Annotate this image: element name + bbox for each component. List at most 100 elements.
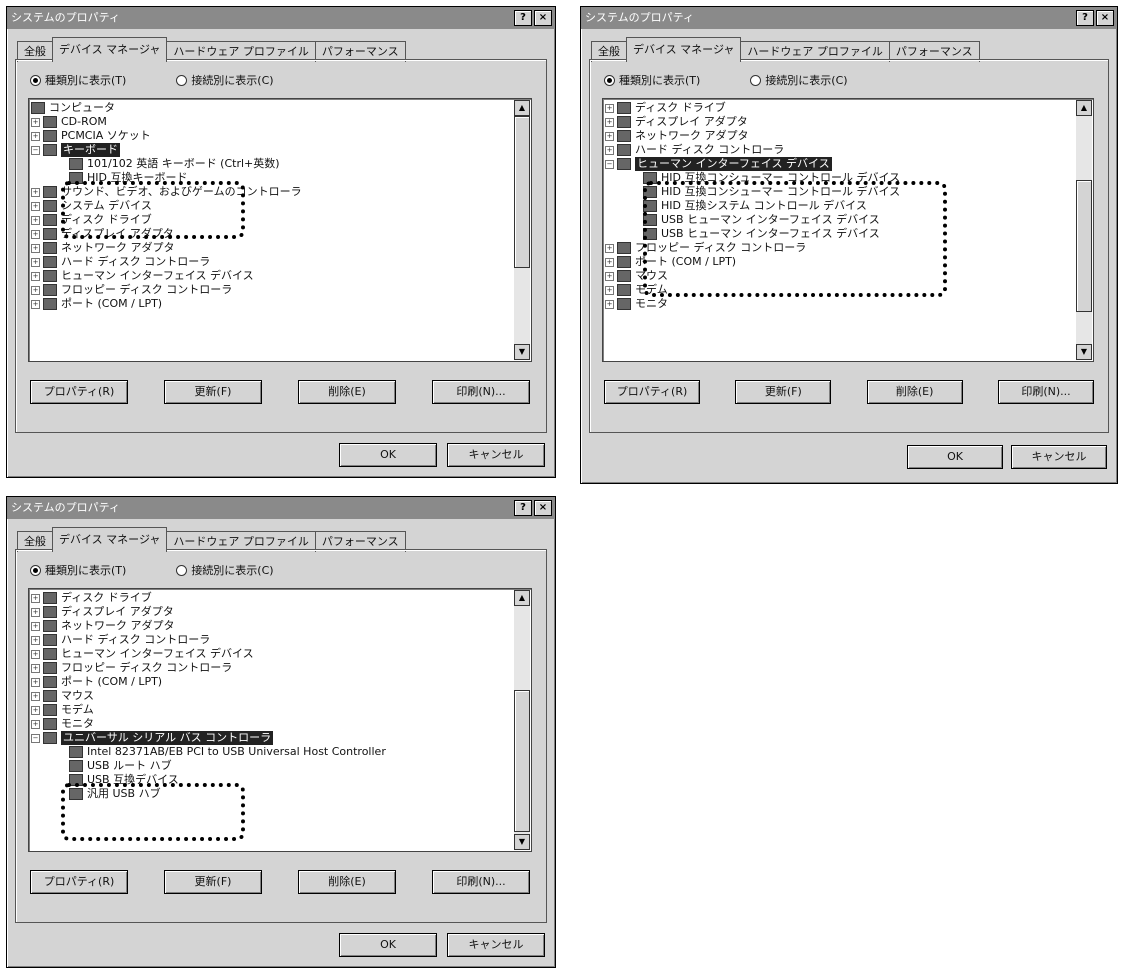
- close-button[interactable]: ×: [534, 10, 552, 26]
- tree-item[interactable]: + ヒューマン インターフェイス デバイス: [31, 647, 513, 661]
- ok-button[interactable]: OK: [339, 933, 437, 957]
- refresh-button[interactable]: 更新(F): [164, 870, 262, 894]
- scroll-up-arrow-icon[interactable]: ▲: [514, 100, 530, 116]
- expand-icon[interactable]: +: [31, 131, 40, 141]
- print-button[interactable]: 印刷(N)...: [432, 870, 530, 894]
- properties-button[interactable]: プロパティ(R): [30, 870, 128, 894]
- tree-item[interactable]: 101/102 英語 キーボード (Ctrl+英数): [31, 157, 513, 171]
- vertical-scrollbar[interactable]: ▲ ▼: [514, 590, 530, 850]
- expand-icon[interactable]: +: [31, 271, 40, 281]
- title-bar[interactable]: システムのプロパティ ? ×: [7, 497, 555, 519]
- expand-icon[interactable]: +: [31, 187, 40, 197]
- scroll-thumb[interactable]: [514, 116, 530, 268]
- tab-device-manager[interactable]: デバイス マネージャ: [52, 527, 168, 552]
- scroll-down-arrow-icon[interactable]: ▼: [514, 344, 530, 360]
- tree-item[interactable]: + モデム: [31, 703, 513, 717]
- expand-icon[interactable]: +: [605, 131, 614, 141]
- cancel-button[interactable]: キャンセル: [1011, 445, 1107, 469]
- title-bar[interactable]: システムのプロパティ ? ×: [7, 7, 555, 29]
- expand-icon[interactable]: +: [605, 257, 614, 267]
- tree-item[interactable]: − ヒューマン インターフェイス デバイス: [605, 157, 1075, 171]
- tree-item[interactable]: + モニタ: [31, 717, 513, 731]
- properties-button[interactable]: プロパティ(R): [30, 380, 128, 404]
- help-button[interactable]: ?: [1076, 10, 1094, 26]
- radio-view-by-connection[interactable]: 接続別に表示(C): [176, 562, 274, 578]
- radio-view-by-type[interactable]: 種類別に表示(T): [604, 72, 700, 88]
- expand-icon[interactable]: +: [31, 593, 40, 603]
- expand-icon[interactable]: +: [31, 257, 40, 267]
- radio-view-by-connection[interactable]: 接続別に表示(C): [750, 72, 848, 88]
- refresh-button[interactable]: 更新(F): [735, 380, 832, 404]
- help-button[interactable]: ?: [514, 10, 532, 26]
- tree-item[interactable]: + マウス: [31, 689, 513, 703]
- radio-view-by-type[interactable]: 種類別に表示(T): [30, 562, 126, 578]
- expand-icon[interactable]: +: [31, 607, 40, 617]
- expand-icon[interactable]: +: [31, 117, 40, 127]
- tree-item[interactable]: − キーボード: [31, 143, 513, 157]
- ok-button[interactable]: OK: [907, 445, 1003, 469]
- print-button[interactable]: 印刷(N)...: [432, 380, 530, 404]
- expand-icon[interactable]: +: [31, 705, 40, 715]
- tree-item[interactable]: − ユニバーサル シリアル バス コントローラ: [31, 731, 513, 745]
- print-button[interactable]: 印刷(N)...: [997, 380, 1094, 404]
- expand-icon[interactable]: +: [31, 691, 40, 701]
- tree-item[interactable]: + ネットワーク アダプタ: [605, 129, 1075, 143]
- expand-icon[interactable]: +: [605, 103, 614, 113]
- expand-icon[interactable]: +: [605, 299, 614, 309]
- remove-button[interactable]: 削除(E): [298, 380, 396, 404]
- help-button[interactable]: ?: [514, 500, 532, 516]
- tree-item[interactable]: + ディスプレイ アダプタ: [605, 115, 1075, 129]
- vertical-scrollbar[interactable]: ▲ ▼: [514, 100, 530, 360]
- cancel-button[interactable]: キャンセル: [447, 933, 545, 957]
- expand-icon[interactable]: +: [605, 117, 614, 127]
- cancel-button[interactable]: キャンセル: [447, 443, 545, 467]
- close-button[interactable]: ×: [534, 500, 552, 516]
- expand-icon[interactable]: +: [31, 649, 40, 659]
- tree-item[interactable]: + ディスプレイ アダプタ: [31, 605, 513, 619]
- tree-item[interactable]: Intel 82371AB/EB PCI to USB Universal Ho…: [31, 745, 513, 759]
- expand-icon[interactable]: +: [31, 663, 40, 673]
- expand-icon[interactable]: +: [31, 299, 40, 309]
- expand-icon[interactable]: +: [31, 635, 40, 645]
- expand-icon[interactable]: +: [31, 229, 40, 239]
- collapse-icon[interactable]: −: [31, 733, 40, 743]
- properties-button[interactable]: プロパティ(R): [604, 380, 700, 404]
- vertical-scrollbar[interactable]: ▲ ▼: [1076, 100, 1092, 360]
- scroll-up-arrow-icon[interactable]: ▲: [1076, 100, 1092, 116]
- tree-item[interactable]: + ハード ディスク コントローラ: [31, 633, 513, 647]
- expand-icon[interactable]: +: [605, 271, 614, 281]
- tree-item[interactable]: + PCMCIA ソケット: [31, 129, 513, 143]
- remove-button[interactable]: 削除(E): [298, 870, 396, 894]
- expand-icon[interactable]: +: [605, 243, 614, 253]
- expand-icon[interactable]: +: [31, 285, 40, 295]
- tab-device-manager[interactable]: デバイス マネージャ: [52, 37, 168, 62]
- tree-item[interactable]: + ポート (COM / LPT): [31, 297, 513, 311]
- expand-icon[interactable]: +: [31, 677, 40, 687]
- title-bar[interactable]: システムのプロパティ ? ×: [581, 7, 1117, 29]
- tree-item[interactable]: + ディスク ドライブ: [605, 101, 1075, 115]
- expand-icon[interactable]: +: [31, 215, 40, 225]
- radio-view-by-type[interactable]: 種類別に表示(T): [30, 72, 126, 88]
- tree-item[interactable]: + モニタ: [605, 297, 1075, 311]
- tab-device-manager[interactable]: デバイス マネージャ: [626, 37, 742, 62]
- remove-button[interactable]: 削除(E): [866, 380, 963, 404]
- tree-item[interactable]: + ハード ディスク コントローラ: [31, 255, 513, 269]
- scroll-down-arrow-icon[interactable]: ▼: [1076, 344, 1092, 360]
- scroll-down-arrow-icon[interactable]: ▼: [514, 834, 530, 850]
- expand-icon[interactable]: +: [31, 201, 40, 211]
- refresh-button[interactable]: 更新(F): [164, 380, 262, 404]
- tree-item[interactable]: + ハード ディスク コントローラ: [605, 143, 1075, 157]
- expand-icon[interactable]: +: [605, 145, 614, 155]
- tree-item[interactable]: + ネットワーク アダプタ: [31, 241, 513, 255]
- tree-item[interactable]: USB ルート ハブ: [31, 759, 513, 773]
- tree-item[interactable]: + ディスク ドライブ: [31, 591, 513, 605]
- tree-item[interactable]: コンピュータ: [31, 101, 513, 115]
- tree-item[interactable]: + CD-ROM: [31, 115, 513, 129]
- radio-view-by-connection[interactable]: 接続別に表示(C): [176, 72, 274, 88]
- expand-icon[interactable]: +: [605, 285, 614, 295]
- scroll-thumb[interactable]: [1076, 180, 1092, 312]
- tree-item[interactable]: + フロッピー ディスク コントローラ: [31, 283, 513, 297]
- scroll-thumb[interactable]: [514, 690, 530, 832]
- collapse-icon[interactable]: −: [605, 159, 614, 169]
- collapse-icon[interactable]: −: [31, 145, 40, 155]
